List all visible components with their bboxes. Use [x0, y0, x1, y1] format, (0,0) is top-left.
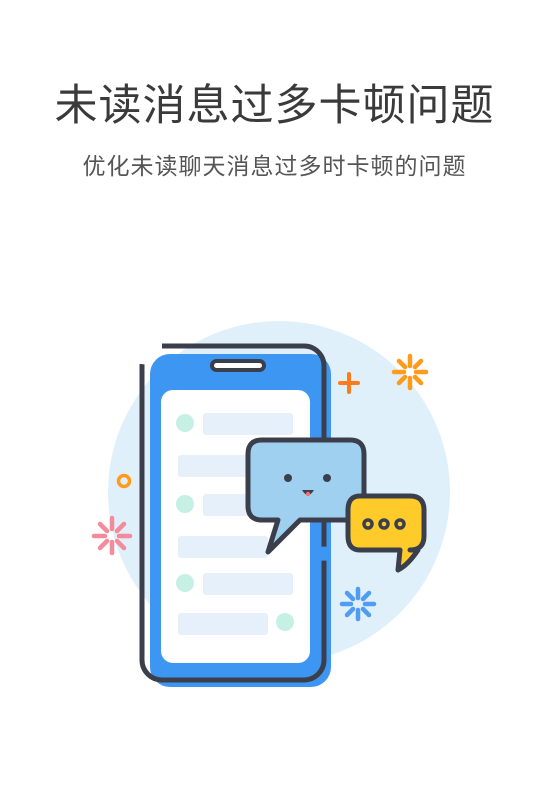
flower-sparkle-icon: [391, 353, 429, 391]
page-subtitle: 优化未读聊天消息过多时卡顿的问题: [82, 154, 467, 180]
page-title: 未读消息过多卡顿问题: [54, 81, 495, 131]
chat-illustration: [91, 321, 450, 687]
flower-sparkle-icon: [91, 515, 133, 556]
